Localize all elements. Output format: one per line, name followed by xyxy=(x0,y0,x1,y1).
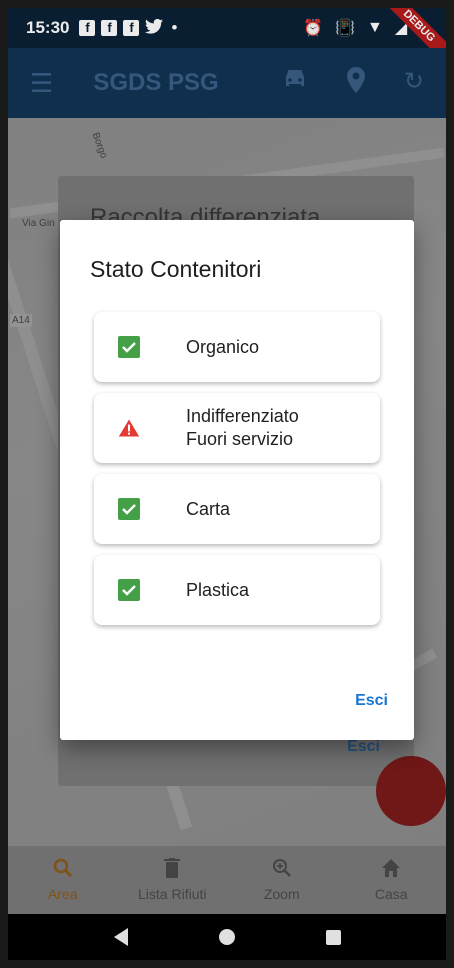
home-button-icon[interactable] xyxy=(218,929,235,945)
container-card-organico: Organico xyxy=(94,312,380,382)
system-navigation-bar xyxy=(8,914,446,960)
dialog-title: Stato Contenitori xyxy=(90,256,262,282)
recent-apps-icon[interactable] xyxy=(325,929,341,945)
warning-icon xyxy=(118,417,140,439)
stato-contenitori-dialog: Stato Contenitori Organico Indifferenzia… xyxy=(60,220,414,740)
esci-button[interactable]: Esci xyxy=(355,692,388,710)
container-card-indifferenziato: Indifferenziato Fuori servizio xyxy=(94,393,380,463)
container-label: Carta xyxy=(186,498,231,519)
back-icon[interactable] xyxy=(113,928,128,946)
container-card-carta: Carta xyxy=(94,474,380,544)
container-label: Indifferenziato Fuori servizio xyxy=(186,406,299,449)
phone-screen: 15:30 f f f • ⏰ 📳 ▼ ◢ ▮ DEBUG ☰ SGDS PSG… xyxy=(8,8,446,960)
check-icon xyxy=(118,579,140,601)
container-card-plastica: Plastica xyxy=(94,555,380,625)
check-icon xyxy=(118,498,140,520)
container-list: Organico Indifferenziato Fuori servizio … xyxy=(94,312,380,636)
container-label: Plastica xyxy=(186,579,250,600)
container-label: Organico xyxy=(186,336,260,357)
check-icon xyxy=(118,336,140,358)
